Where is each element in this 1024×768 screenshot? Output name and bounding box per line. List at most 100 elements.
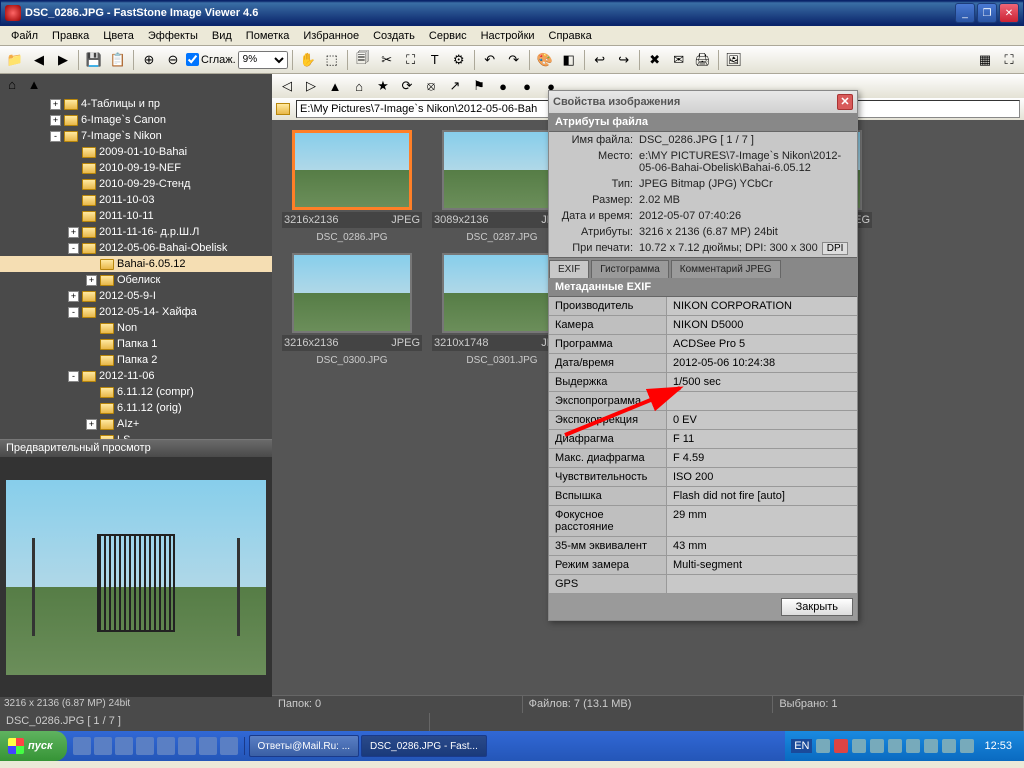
- tab-Гистограмма[interactable]: Гистограмма: [591, 260, 669, 278]
- zoom-out-icon[interactable]: ⊖: [162, 49, 184, 71]
- thumb-item[interactable]: 3216x2136JPEGDSC_0300.JPG: [282, 253, 422, 366]
- tree-node[interactable]: 2011-10-03: [0, 192, 272, 208]
- menu-Справка[interactable]: Справка: [542, 28, 599, 44]
- tree-node[interactable]: 6.11.12 (compr): [0, 384, 272, 400]
- select-icon[interactable]: ⬚: [321, 49, 343, 71]
- save-icon[interactable]: 💾: [83, 49, 105, 71]
- tree-node[interactable]: 2010-09-29-Стенд: [0, 176, 272, 192]
- close-button[interactable]: Закрыть: [781, 598, 853, 616]
- color-icon[interactable]: 🎨: [534, 49, 556, 71]
- tree-node[interactable]: +2012-05-9-I: [0, 288, 272, 304]
- path-back-icon[interactable]: ◁: [276, 75, 298, 97]
- nav-fwd-icon[interactable]: ▶: [52, 49, 74, 71]
- print-icon[interactable]: 🖨: [692, 49, 714, 71]
- menu-Цвета[interactable]: Цвета: [96, 28, 141, 44]
- clone-icon[interactable]: 🗐: [352, 49, 374, 71]
- path-opt-icon[interactable]: ⚑: [468, 75, 490, 97]
- taskbar-task[interactable]: Ответы@Mail.Ru: ...: [249, 735, 360, 757]
- tab-EXIF[interactable]: EXIF: [549, 260, 589, 278]
- delete-icon[interactable]: ✖: [644, 49, 666, 71]
- resize2-icon[interactable]: ◧: [558, 49, 580, 71]
- tab-Комментарий JPEG[interactable]: Комментарий JPEG: [671, 260, 781, 278]
- menu-Избранное[interactable]: Избранное: [296, 28, 366, 44]
- zoom-select[interactable]: 9%: [238, 51, 288, 69]
- path-home-icon[interactable]: ⌂: [348, 75, 370, 97]
- ql-icon[interactable]: [220, 737, 238, 755]
- tree-node[interactable]: +2011-11-16- д.р.Ш.Л: [0, 224, 272, 240]
- ql-icon[interactable]: [199, 737, 217, 755]
- tree-node[interactable]: -2012-05-14- Хайфа: [0, 304, 272, 320]
- menu-Правка[interactable]: Правка: [45, 28, 96, 44]
- tree-node[interactable]: -2012-11-06: [0, 368, 272, 384]
- maximize-button[interactable]: ❐: [977, 3, 997, 23]
- tree-home-icon[interactable]: ⌂: [2, 76, 22, 92]
- thumb-item[interactable]: 3216x2136JPEGDSC_0286.JPG: [282, 130, 422, 243]
- tree-node[interactable]: Папка 2: [0, 352, 272, 368]
- menu-Вид[interactable]: Вид: [205, 28, 239, 44]
- rotate-right-icon[interactable]: ↷: [503, 49, 525, 71]
- menu-Эффекты[interactable]: Эффекты: [141, 28, 205, 44]
- tray-icon[interactable]: [852, 739, 866, 753]
- tray-icon[interactable]: [834, 739, 848, 753]
- close-button[interactable]: ✕: [999, 3, 1019, 23]
- clock[interactable]: 12:53: [978, 740, 1018, 752]
- tree-node[interactable]: Папка 1: [0, 336, 272, 352]
- tray-icon[interactable]: [960, 739, 974, 753]
- text-icon[interactable]: T: [424, 49, 446, 71]
- zoom-in-icon[interactable]: ⊕: [138, 49, 160, 71]
- tray-icon[interactable]: [870, 739, 884, 753]
- folder-icon[interactable]: 📁: [4, 49, 26, 71]
- path-up-icon[interactable]: ▲: [324, 75, 346, 97]
- tree-node[interactable]: +Обелиск: [0, 272, 272, 288]
- ql-icon[interactable]: [94, 737, 112, 755]
- lang-indicator[interactable]: EN: [791, 739, 812, 753]
- rotate-left-icon[interactable]: ↶: [479, 49, 501, 71]
- path-fav-icon[interactable]: ★: [372, 75, 394, 97]
- tree-node[interactable]: +6-Image`s Canon: [0, 112, 272, 128]
- tree-node[interactable]: +4-Таблицы и пр: [0, 96, 272, 112]
- view-thumbs-icon[interactable]: ▦: [974, 49, 996, 71]
- tree-node[interactable]: -7-Image`s Nikon: [0, 128, 272, 144]
- ql-icon[interactable]: [115, 737, 133, 755]
- dialog-titlebar[interactable]: Свойства изображения ✕: [549, 91, 857, 113]
- ql-icon[interactable]: [157, 737, 175, 755]
- taskbar-task[interactable]: DSC_0286.JPG - Fast...: [361, 735, 487, 757]
- start-button[interactable]: пуск: [0, 731, 67, 761]
- nav-back-icon[interactable]: ◀: [28, 49, 50, 71]
- menu-Сервис[interactable]: Сервис: [422, 28, 474, 44]
- minimize-button[interactable]: _: [955, 3, 975, 23]
- ql-icon[interactable]: [136, 737, 154, 755]
- path-tag1-icon[interactable]: ●: [492, 75, 514, 97]
- tray-icon[interactable]: [924, 739, 938, 753]
- tree-up-icon[interactable]: ▲: [24, 76, 44, 92]
- tray-icon[interactable]: [942, 739, 956, 753]
- path-tag2-icon[interactable]: ●: [516, 75, 538, 97]
- view-full-icon[interactable]: ⛶: [998, 49, 1020, 71]
- tree-node[interactable]: Non: [0, 320, 272, 336]
- tray-icon[interactable]: [888, 739, 902, 753]
- path-fwd-icon[interactable]: ▷: [300, 75, 322, 97]
- crop-icon[interactable]: ✂: [376, 49, 398, 71]
- folder-tree[interactable]: +4-Таблицы и пр+6-Image`s Canon-7-Image`…: [0, 94, 272, 439]
- menu-Пометка[interactable]: Пометка: [239, 28, 297, 44]
- path-share-icon[interactable]: ↗: [444, 75, 466, 97]
- smooth-checkbox[interactable]: [186, 53, 199, 66]
- copy-icon[interactable]: 📋: [107, 49, 129, 71]
- menu-Создать[interactable]: Создать: [366, 28, 422, 44]
- tree-node[interactable]: 6.11.12 (orig): [0, 400, 272, 416]
- tree-node[interactable]: 2009-01-10-Bahai: [0, 144, 272, 160]
- hand-icon[interactable]: ✋: [297, 49, 319, 71]
- ql-icon[interactable]: [73, 737, 91, 755]
- tray-icon[interactable]: [816, 739, 830, 753]
- path-stop-icon[interactable]: ⦻: [420, 75, 442, 97]
- dpi-button[interactable]: DPI: [822, 242, 849, 255]
- preview-pane[interactable]: [0, 457, 272, 697]
- tray-icon[interactable]: [906, 739, 920, 753]
- menu-Файл[interactable]: Файл: [4, 28, 45, 44]
- tree-node[interactable]: LS: [0, 432, 272, 439]
- undo-icon[interactable]: ↩: [589, 49, 611, 71]
- path-refresh-icon[interactable]: ⟳: [396, 75, 418, 97]
- tree-node[interactable]: 2011-10-11: [0, 208, 272, 224]
- ql-icon[interactable]: [178, 737, 196, 755]
- menu-Настройки[interactable]: Настройки: [474, 28, 542, 44]
